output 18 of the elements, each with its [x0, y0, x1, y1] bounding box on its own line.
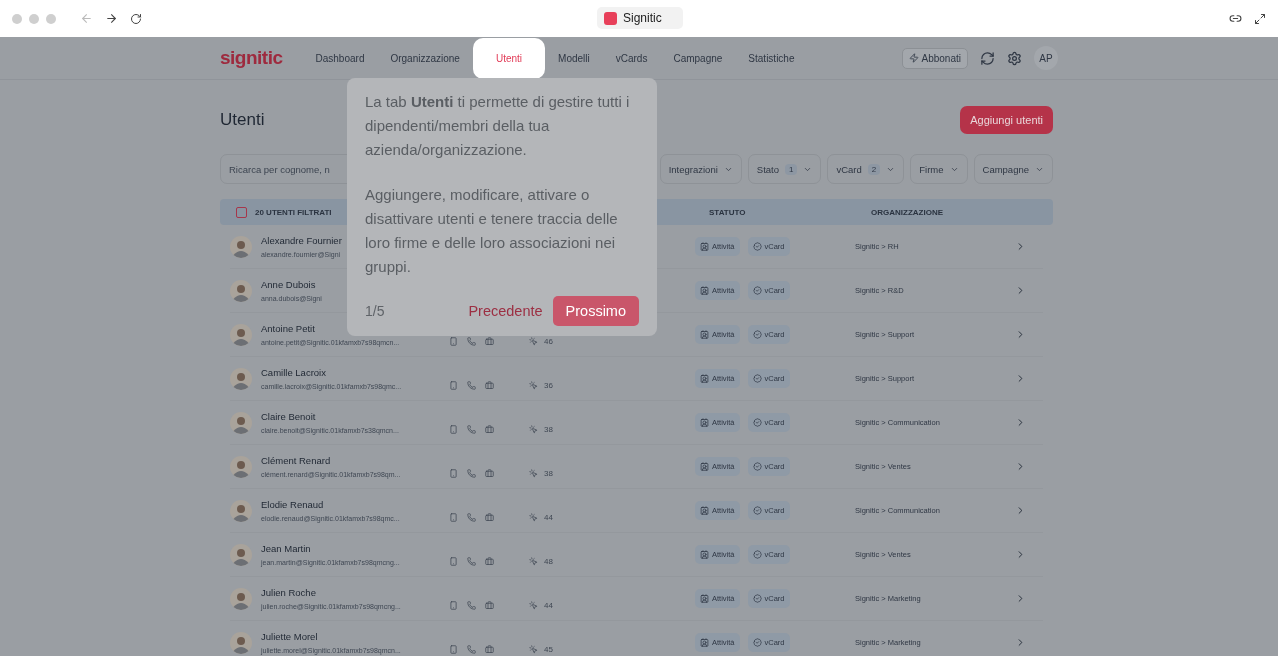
- click-count: 38: [544, 425, 553, 434]
- click-count: 44: [544, 601, 553, 610]
- click-count: 36: [544, 381, 553, 390]
- column-header: ORGANIZZAZIONE: [871, 207, 944, 217]
- click-count: 38: [544, 469, 553, 478]
- tab-title: Signitic: [623, 11, 662, 25]
- column-header: STATUTO: [709, 207, 747, 217]
- filter-count: 1: [785, 163, 798, 175]
- click-count: 48: [544, 557, 553, 566]
- click-count: 46: [544, 337, 553, 346]
- filter-count: 2: [867, 163, 881, 175]
- click-count: 44: [544, 513, 553, 522]
- tour-text: Aggiungere, modificare, attivare o disattivare utenti e tenere traccia delle loro firme e delle loro associazioni nei gruppi.: [365, 185, 619, 277]
- click-count: 45: [544, 645, 553, 654]
- step-counter: 1/5: [365, 303, 385, 319]
- tour-text: La tab Utenti ti permette di gestire tutti i dipendenti/membri della tua azienda/organizzazione.: [365, 92, 631, 160]
- column-header: 20 UTENTI FILTRATI: [255, 207, 333, 217]
- page-title: Utenti: [220, 110, 265, 130]
